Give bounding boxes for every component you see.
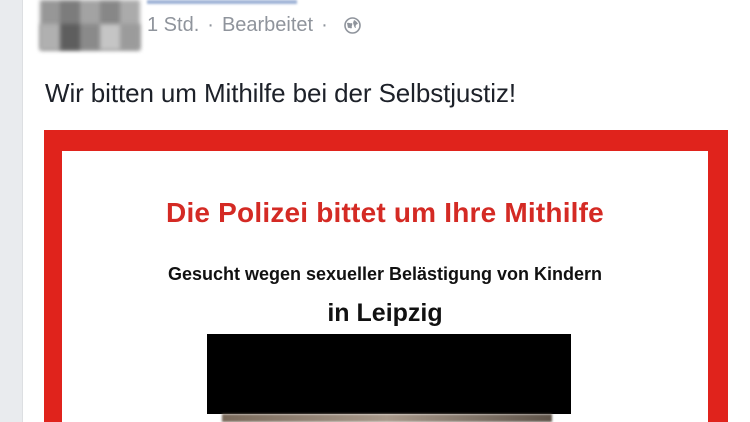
censor-bar (207, 334, 571, 414)
poster-image[interactable]: Die Polizei bittet um Ihre Mithilfe Gesu… (44, 130, 728, 422)
poster-city: in Leipzig (327, 299, 443, 327)
post-text: Wir bitten um Mithilfe bei der Selbstjus… (45, 78, 516, 108)
poster-subtitle: Gesucht wegen sexueller Belästigung von … (167, 264, 603, 284)
post-card: 1 Std. · Bearbeitet · Wir bitten um Mith… (22, 0, 750, 422)
meta-separator: · (207, 14, 214, 36)
globe-icon[interactable] (343, 17, 361, 34)
post-meta: 1 Std. · Bearbeitet · (147, 14, 361, 37)
poster-photo-edge (222, 414, 552, 422)
meta-separator-2: · (321, 14, 328, 36)
poster-inner: Die Polizei bittet um Ihre Mithilfe Gesu… (62, 151, 708, 422)
page-background-strip (0, 0, 22, 422)
avatar-pixelation (40, 24, 140, 50)
poster-title: Die Polizei bittet um Ihre Mithilfe (166, 197, 604, 228)
post-timestamp[interactable]: 1 Std. (147, 14, 199, 37)
author-name-blurred[interactable] (147, 0, 297, 4)
edited-label[interactable]: Bearbeitet (222, 14, 313, 37)
